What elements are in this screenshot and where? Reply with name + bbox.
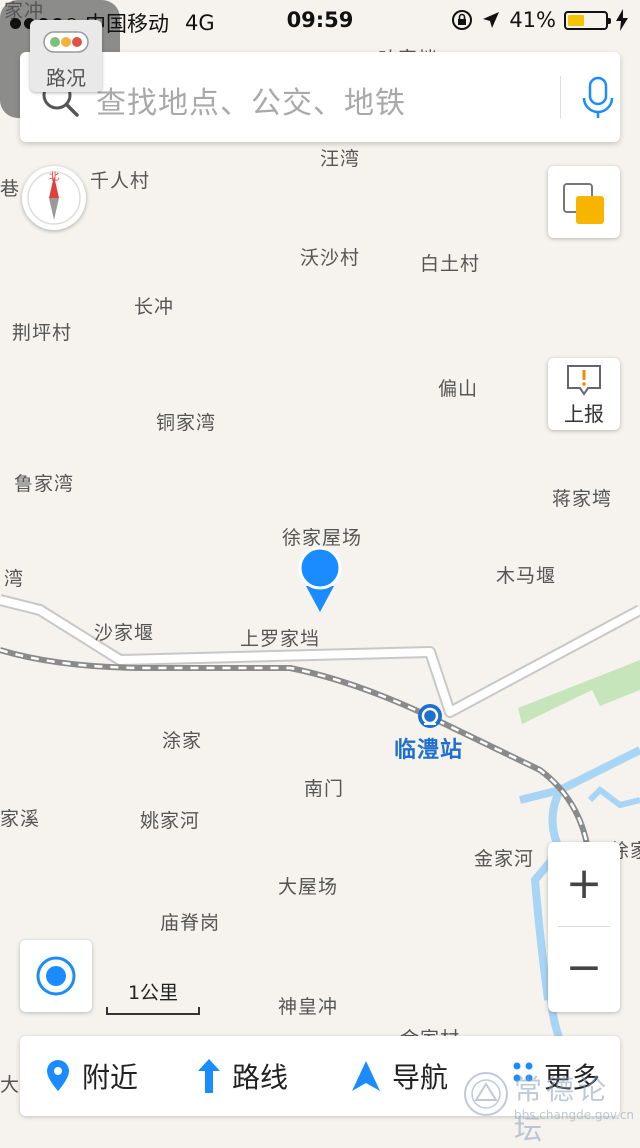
place-label: 湾 <box>4 568 25 590</box>
traffic-label: 路况 <box>46 66 86 90</box>
layers-button[interactable] <box>548 166 620 238</box>
location-pin-icon[interactable] <box>298 546 342 612</box>
place-label: 长冲 <box>134 296 175 318</box>
scale-label: 1公里 <box>127 982 179 1004</box>
place-label: 蒋家塆 <box>552 488 613 510</box>
place-label: 荆坪村 <box>12 322 73 344</box>
place-label: 鲁家湾 <box>14 473 75 495</box>
place-label: 偏山 <box>438 378 479 400</box>
watermark-url: bbs.changde.gov.cn <box>514 1108 635 1122</box>
forum-watermark: 常德论坛 bbs.changde.gov.cn <box>462 1064 635 1146</box>
battery-icon <box>564 10 611 30</box>
battery-percent: 41% <box>509 8 556 32</box>
navigate-label: 导航 <box>392 1061 449 1094</box>
place-label: 木马堰 <box>496 565 557 587</box>
place-label: 沃沙村 <box>300 247 361 269</box>
report-button[interactable]: 上报 <box>548 358 620 430</box>
place-label: 家溪 <box>0 808 41 830</box>
locate-icon <box>36 956 76 996</box>
nearby-tab[interactable]: 附近 <box>44 1036 138 1116</box>
place-label: 大屋场 <box>278 876 339 898</box>
place-label: 白土村 <box>420 253 481 275</box>
map-scale: 1公里 <box>106 978 200 1015</box>
river-branch <box>587 786 640 809</box>
orientation-lock-icon <box>452 10 473 30</box>
watermark-seal-icon <box>464 1072 508 1116</box>
search-bar[interactable]: 查找地点、公交、地铁 <box>20 52 620 142</box>
place-label: 姚家河 <box>140 810 201 832</box>
place-label: 巷 <box>0 178 21 200</box>
place-label: 铜家湾 <box>156 412 217 434</box>
report-icon <box>567 365 601 396</box>
zoom-control: + − <box>548 842 620 1012</box>
location-services-icon <box>483 12 500 28</box>
station-label[interactable]: 临澧站 <box>394 732 463 764</box>
layers-icon <box>563 183 604 224</box>
navigate-tab[interactable]: 导航 <box>350 1036 448 1116</box>
locate-button[interactable] <box>20 940 92 1012</box>
navigation-arrow-icon <box>352 1061 380 1091</box>
place-label: 金家河 <box>474 848 535 870</box>
place-label: 南门 <box>304 778 345 800</box>
charging-bolt-icon <box>616 9 628 31</box>
place-label: 上罗家垱 <box>240 628 321 650</box>
divider <box>560 76 561 118</box>
place-label: 涂家 <box>162 730 203 752</box>
place-label: 大 <box>0 1074 21 1096</box>
train-station-icon[interactable] <box>418 704 442 728</box>
map-pin-icon <box>47 1060 69 1091</box>
place-label: 神皇冲 <box>278 996 339 1018</box>
compass-button[interactable]: 北 <box>22 166 86 230</box>
place-label: 沙家堰 <box>94 622 155 644</box>
place-label: 徐家屋场 <box>282 527 363 549</box>
place-label: 庙脊岗 <box>160 912 221 934</box>
place-label: 千人村 <box>90 170 151 192</box>
nearby-label: 附近 <box>82 1061 139 1094</box>
report-label: 上报 <box>564 402 604 426</box>
route-tab[interactable]: 路线 <box>196 1036 288 1116</box>
zoom-out-button[interactable]: − <box>548 928 620 1012</box>
microphone-icon[interactable] <box>578 76 618 120</box>
route-arrow-icon <box>198 1059 220 1093</box>
route-label: 路线 <box>232 1061 289 1094</box>
traffic-button[interactable]: 路况 <box>30 20 102 92</box>
zoom-in-button[interactable]: + <box>548 842 620 926</box>
place-label: 汪湾 <box>320 148 361 170</box>
zoom-divider <box>558 926 610 927</box>
search-input[interactable]: 查找地点、公交、地铁 <box>96 78 406 122</box>
compass-north-label: 北 <box>49 172 59 183</box>
traffic-light-icon <box>43 31 89 53</box>
scale-bar <box>106 1007 200 1015</box>
